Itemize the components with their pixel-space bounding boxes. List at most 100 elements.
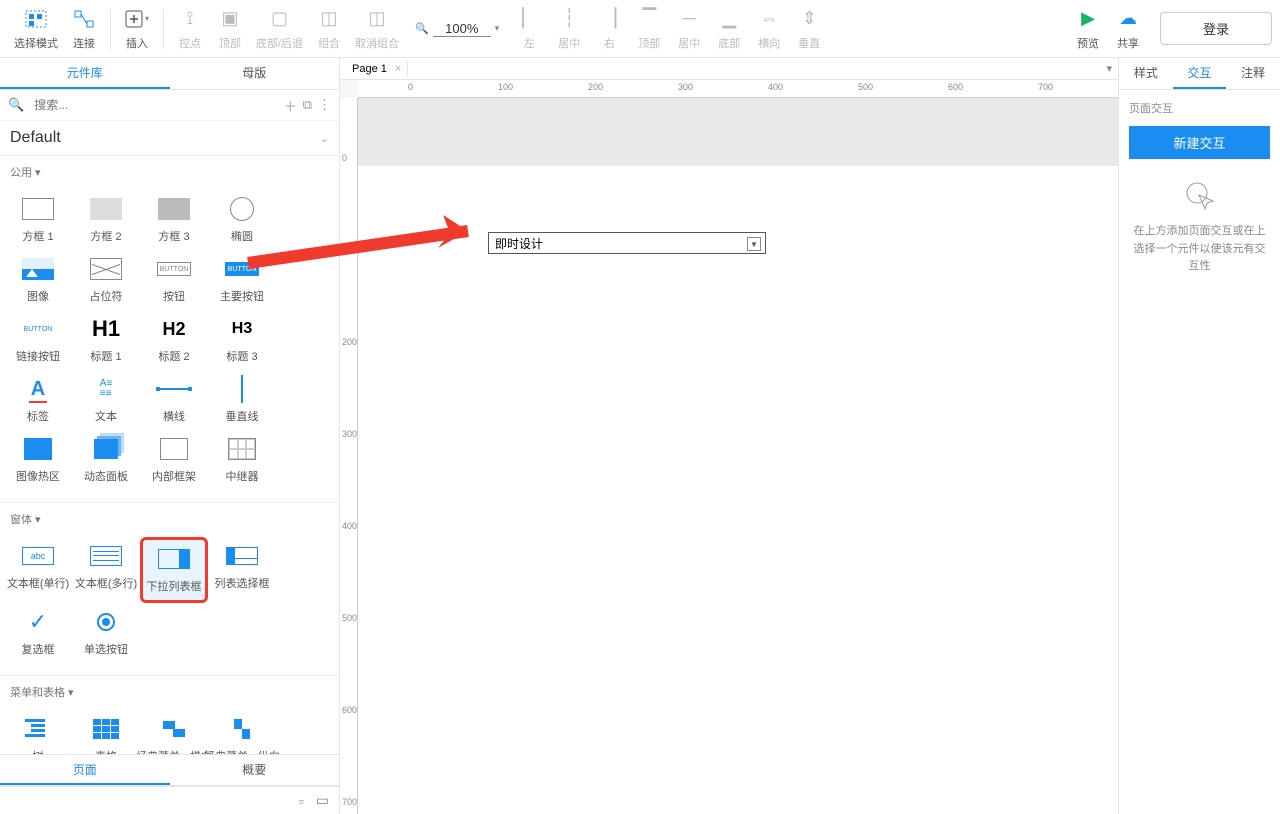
- shape-item[interactable]: 方框 2: [72, 190, 140, 250]
- page-tab[interactable]: Page 1 ×: [346, 61, 408, 77]
- tab-library[interactable]: 元件库: [0, 58, 170, 89]
- shape-item[interactable]: 单选按钮: [72, 603, 140, 663]
- hint-block: 在上方添加页面交互或在上选择一个元件以使该元有交互性: [1129, 179, 1270, 276]
- align-right-icon: ▕: [597, 7, 621, 31]
- chevron-down-icon: ▼: [747, 237, 761, 251]
- chevron-down-icon[interactable]: ▾: [1106, 62, 1112, 75]
- shape-item[interactable]: 方框 3: [140, 190, 208, 250]
- align-middle-button[interactable]: ─居中: [669, 3, 709, 55]
- copy-icon[interactable]: ⧉: [303, 97, 312, 113]
- section-form[interactable]: 窗体 ▾: [0, 503, 339, 531]
- new-interaction-button[interactable]: 新建交互: [1129, 126, 1270, 159]
- tab-master[interactable]: 母版: [170, 58, 340, 89]
- more-icon[interactable]: ⋮: [318, 97, 331, 113]
- library-selector[interactable]: Default ⌄: [0, 121, 339, 156]
- shape-item[interactable]: 方框 1: [4, 190, 72, 250]
- share-button[interactable]: ☁共享: [1108, 3, 1148, 55]
- tab-interact[interactable]: 交互: [1173, 58, 1227, 89]
- shape-item[interactable]: 下拉列表框: [140, 537, 208, 603]
- shape-item[interactable]: 树: [4, 710, 72, 754]
- bring-front-icon: ▣: [218, 7, 242, 31]
- shape-item[interactable]: H2标题 2: [140, 310, 208, 370]
- shape-item[interactable]: 列表选择框: [208, 537, 276, 603]
- group-icon: ◫: [317, 7, 341, 31]
- dist-v-icon: ⇕: [797, 7, 821, 31]
- canvas[interactable]: 即时设计 ▼: [358, 98, 1118, 814]
- search-input[interactable]: [30, 94, 278, 116]
- tab-pages[interactable]: 页面: [0, 755, 170, 785]
- close-icon[interactable]: ×: [395, 63, 401, 75]
- add-icon[interactable]: ＋: [284, 96, 297, 115]
- shape-item[interactable]: A标签: [4, 370, 72, 430]
- shape-item[interactable]: 图像: [4, 250, 72, 310]
- plus-box-icon: ▾: [125, 7, 149, 31]
- shape-item[interactable]: 垂直线: [208, 370, 276, 430]
- shape-item[interactable]: 内部框架: [140, 430, 208, 490]
- play-icon: ▶: [1076, 7, 1100, 31]
- align-top-button[interactable]: ▔顶部: [629, 3, 669, 55]
- shape-item[interactable]: abc文本框(单行): [4, 537, 72, 603]
- dist-h-button[interactable]: ⇔横向: [749, 3, 789, 55]
- canvas-dropdown[interactable]: 即时设计 ▼: [488, 232, 766, 254]
- tab-note[interactable]: 注释: [1226, 58, 1280, 89]
- align-center-icon: ┆: [557, 7, 581, 31]
- cursor-click-icon: [1183, 179, 1217, 213]
- section-common[interactable]: 公用 ▾: [0, 156, 339, 184]
- shape-item[interactable]: BUTTON链接按钮: [4, 310, 72, 370]
- insert-button[interactable]: ▾ 插入: [117, 3, 157, 55]
- shape-item[interactable]: 经典菜单 - 纵向: [208, 710, 276, 754]
- shape-item[interactable]: 经典菜单 - 横向: [140, 710, 208, 754]
- cursor-box-icon: [24, 7, 48, 31]
- shape-item[interactable]: H3标题 3: [208, 310, 276, 370]
- align-middle-icon: ─: [677, 7, 701, 31]
- right-panel: 样式 交互 注释 页面交互 新建交互 在上方添加页面交互或在上选择一个元件以使该…: [1118, 58, 1280, 814]
- group-button[interactable]: ◫组合: [309, 3, 349, 55]
- align-left-button[interactable]: ▏左: [509, 3, 549, 55]
- tab-outline[interactable]: 概要: [170, 755, 340, 785]
- shape-item[interactable]: 文本框(多行): [72, 537, 140, 603]
- preview-button[interactable]: ▶预览: [1068, 3, 1108, 55]
- shape-item[interactable]: ✓复选框: [4, 603, 72, 663]
- align-right-button[interactable]: ▕右: [589, 3, 629, 55]
- shape-item[interactable]: 中继器: [208, 430, 276, 490]
- shape-item[interactable]: A≡≡≡文本: [72, 370, 140, 430]
- dist-v-button[interactable]: ⇕垂直: [789, 3, 829, 55]
- chevron-updown-icon: ⌄: [320, 132, 329, 145]
- tab-style[interactable]: 样式: [1119, 58, 1173, 89]
- top-toolbar: 选择模式 连接 ▾ 插入 ⟟控点 ▣顶部 ▢底部/后退 ◫组合 ◫取消组合 🔍 …: [0, 0, 1280, 58]
- canvas-area: Page 1 × ▾ 0100200300400500600700800 010…: [340, 58, 1118, 814]
- ruler-horizontal: 0100200300400500600700800: [358, 80, 1118, 98]
- top-button[interactable]: ▣顶部: [210, 3, 250, 55]
- dist-h-icon: ⇔: [757, 7, 781, 31]
- ungroup-icon: ◫: [365, 7, 389, 31]
- align-bottom-icon: ▁: [717, 7, 741, 31]
- bottom-button[interactable]: ▢底部/后退: [250, 3, 309, 55]
- shape-item[interactable]: 占位符: [72, 250, 140, 310]
- align-left-icon: ▏: [517, 7, 541, 31]
- align-bottom-button[interactable]: ▁底部: [709, 3, 749, 55]
- shape-item[interactable]: 横线: [140, 370, 208, 430]
- shape-item[interactable]: 动态面板: [72, 430, 140, 490]
- ungroup-button[interactable]: ◫取消组合: [349, 3, 405, 55]
- login-button[interactable]: 登录: [1160, 12, 1272, 45]
- shape-item[interactable]: 椭圆: [208, 190, 276, 250]
- align-center-button[interactable]: ┆居中: [549, 3, 589, 55]
- cloud-icon: ☁: [1116, 7, 1140, 31]
- align-top-icon: ▔: [637, 7, 661, 31]
- zoom-control[interactable]: 🔍 100% ▾: [405, 21, 509, 37]
- connect-button[interactable]: 连接: [64, 3, 104, 55]
- left-panel: 元件库 母版 🔍 ＋ ⧉ ⋮ Default ⌄ 公用 ▾ 方框 1方框 2方框…: [0, 58, 340, 814]
- ruler-vertical: 0100200300400500600700: [340, 98, 358, 814]
- select-mode-button[interactable]: 选择模式: [8, 3, 64, 55]
- section-menu[interactable]: 菜单和表格 ▾: [0, 676, 339, 704]
- shape-item[interactable]: H1标题 1: [72, 310, 140, 370]
- folder-icon[interactable]: ▭: [316, 792, 329, 809]
- shape-item[interactable]: 表格: [72, 710, 140, 754]
- points-icon: ⟟: [178, 7, 202, 31]
- add-page-icon[interactable]: ▫: [299, 793, 304, 809]
- shape-item[interactable]: 图像热区: [4, 430, 72, 490]
- shape-item[interactable]: BUTTON按钮: [140, 250, 208, 310]
- points-button[interactable]: ⟟控点: [170, 3, 210, 55]
- shape-item[interactable]: BUTTON主要按钮: [208, 250, 276, 310]
- search-icon: 🔍: [415, 22, 429, 35]
